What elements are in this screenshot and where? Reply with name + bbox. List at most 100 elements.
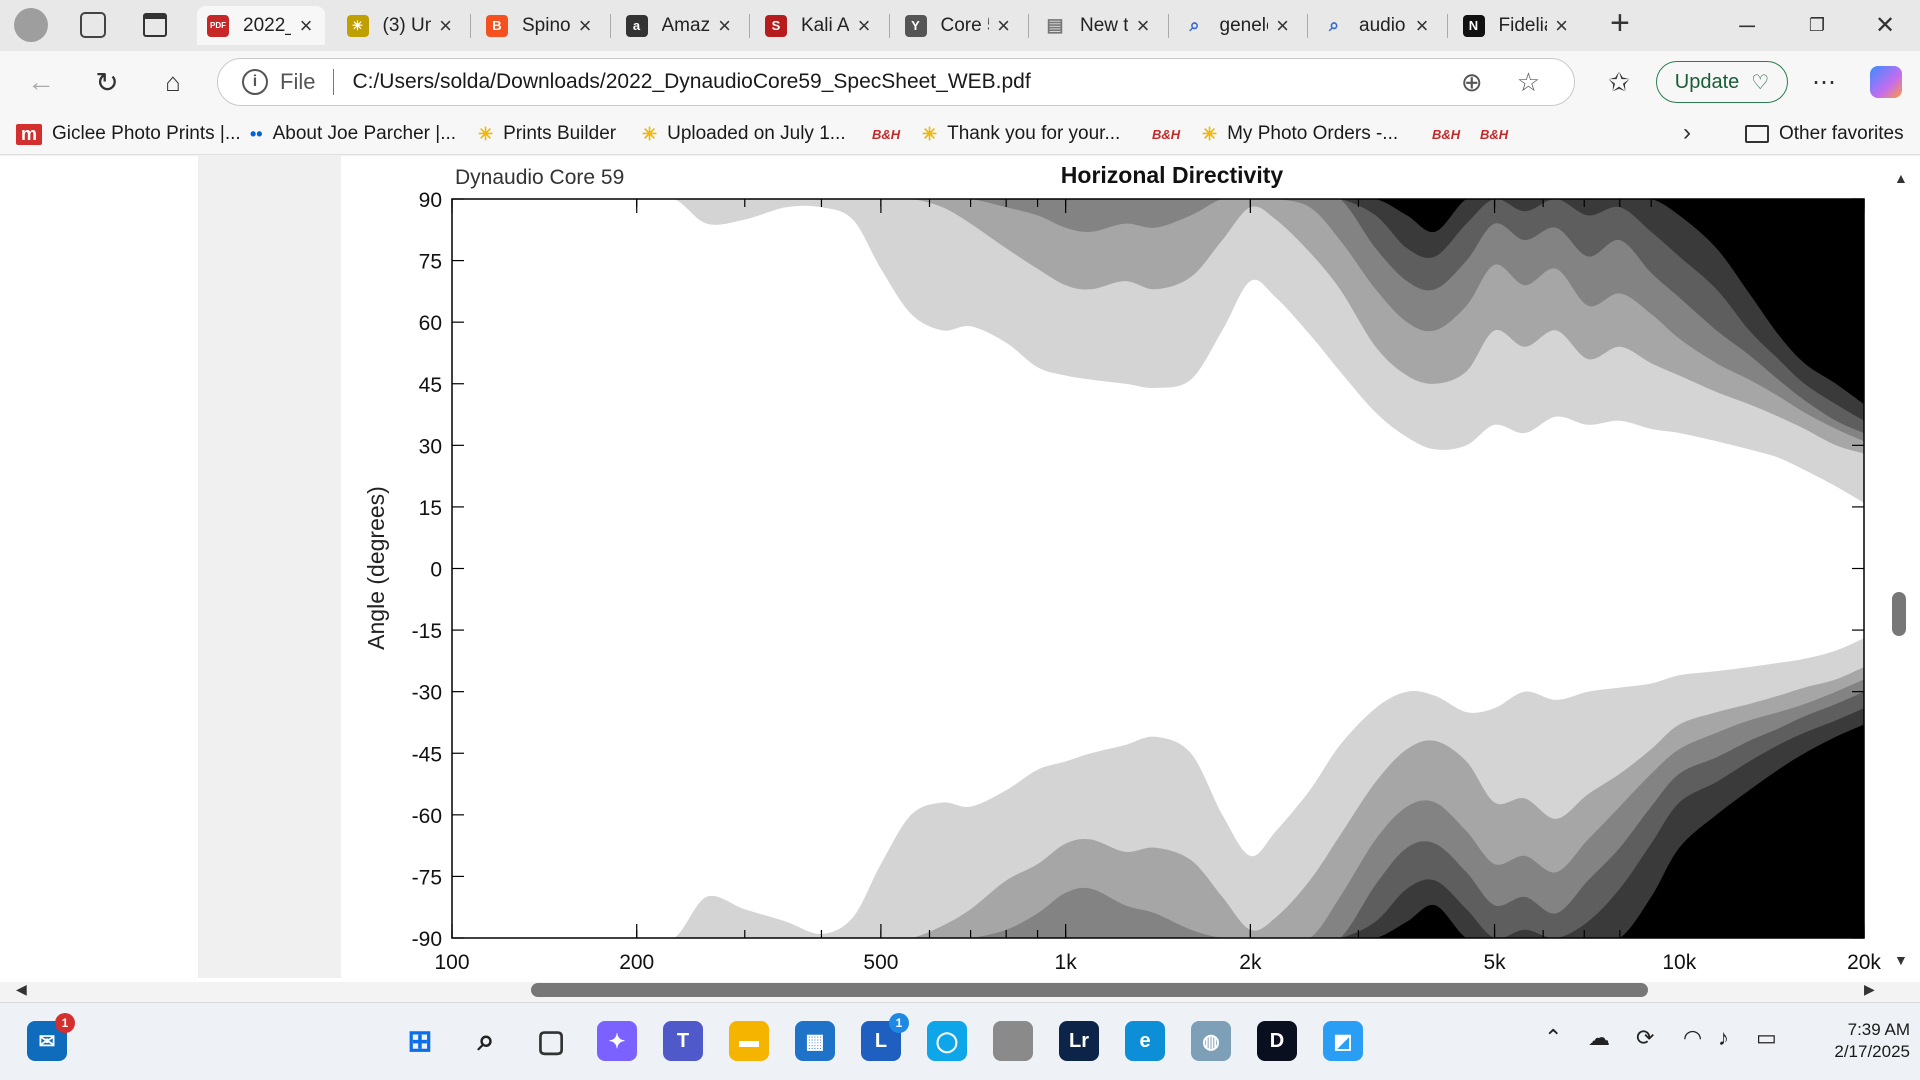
bookmark-7[interactable]: ✳ My Photo Orders -...: [1202, 119, 1398, 149]
refresh-button[interactable]: ↻: [86, 61, 128, 103]
tick-label: -60: [412, 805, 442, 828]
close-tab-icon[interactable]: ×: [716, 13, 734, 39]
url-text[interactable]: C:/Users/solda/Downloads/2022_DynaudioCo…: [352, 70, 1460, 94]
onedrive-icon[interactable]: ☁: [1588, 1025, 1610, 1051]
bookmark-6[interactable]: B&H: [1152, 119, 1190, 149]
search-icon: ⌕: [1189, 15, 1200, 35]
windows-start-icon[interactable]: ⊞: [400, 1021, 440, 1061]
photos-app-icon[interactable]: ◩: [1323, 1021, 1363, 1061]
tab-4[interactable]: S Kali Au ×: [755, 6, 883, 45]
volume-icon[interactable]: ♪: [1718, 1025, 1729, 1051]
tab-7[interactable]: ⌕ genele ×: [1174, 6, 1302, 45]
chevron-up-icon[interactable]: ⌃: [1544, 1025, 1562, 1051]
scroll-down-arrow[interactable]: ▼: [1894, 952, 1908, 968]
close-tab-icon[interactable]: ×: [576, 13, 594, 39]
sync-icon[interactable]: ⟳: [1636, 1025, 1654, 1051]
tab-strip: PDF 2022_I × ☀ (3) Un × B Spinor × a Amazo × S Kali A…: [0, 0, 1920, 51]
back-button[interactable]: ←: [20, 61, 62, 103]
clock-time: 7:39 AM: [1847, 1020, 1910, 1039]
bookmark-5[interactable]: ✳ Thank you for your...: [922, 119, 1120, 149]
restore-button[interactable]: ❐: [1787, 0, 1847, 51]
file-explorer-icon[interactable]: ▬: [729, 1021, 769, 1061]
bookmark-2[interactable]: ✳ Prints Builder: [478, 119, 616, 149]
tab-label: (3) Un: [382, 14, 431, 36]
tab-2[interactable]: B Spinor ×: [476, 6, 604, 45]
wifi-icon[interactable]: ◠: [1683, 1025, 1702, 1051]
workspaces-icon[interactable]: [80, 12, 106, 38]
profile-avatar-icon[interactable]: [14, 8, 48, 42]
close-tab-icon[interactable]: ×: [297, 13, 315, 39]
scroll-right-arrow[interactable]: ▶: [1864, 981, 1875, 998]
update-button[interactable]: Update ♡: [1656, 61, 1788, 103]
close-tab-icon[interactable]: ×: [437, 13, 455, 39]
new-tab-button[interactable]: +: [1610, 4, 1630, 43]
vertical-scrollbar-thumb[interactable]: [1892, 592, 1906, 636]
close-tab-icon[interactable]: ×: [1134, 13, 1152, 39]
tab-9[interactable]: N Fidelia ×: [1453, 6, 1581, 45]
close-tab-icon[interactable]: ×: [1413, 13, 1431, 39]
bookmark-4[interactable]: B&H: [872, 119, 910, 149]
globe-app-icon[interactable]: ◍: [1191, 1021, 1231, 1061]
favorite-star-icon[interactable]: ☆: [1517, 67, 1540, 98]
tab-5[interactable]: Y Core 5 ×: [895, 6, 1023, 45]
teams-icon[interactable]: T: [663, 1021, 703, 1061]
circle-app-icon[interactable]: ◯: [927, 1021, 967, 1061]
tab-8[interactable]: ⌕ audio ×: [1313, 6, 1441, 45]
bookmark-9[interactable]: B&H: [1480, 119, 1518, 149]
bookmark-8[interactable]: B&H: [1432, 119, 1470, 149]
bookmark-label: Giclee Photo Prints |...: [52, 123, 241, 144]
more-menu-icon[interactable]: ⋯: [1803, 61, 1845, 103]
l-app-icon[interactable]: L1: [861, 1013, 909, 1061]
scroll-up-arrow[interactable]: ▲: [1894, 170, 1908, 186]
clock[interactable]: 7:39 AM 2/17/2025: [1800, 1019, 1910, 1063]
scroll-left-arrow[interactable]: ◀: [16, 981, 27, 998]
info-icon[interactable]: i: [242, 69, 268, 95]
edge-icon[interactable]: e: [1125, 1021, 1165, 1061]
search-icon[interactable]: ⌕: [466, 1021, 506, 1061]
toolbar: ← ↻ ⌂ i File C:/Users/solda/Downloads/20…: [0, 51, 1920, 113]
address-bar[interactable]: i File C:/Users/solda/Downloads/2022_Dyn…: [217, 58, 1575, 106]
bookmark-1[interactable]: •• About Joe Parcher |...: [250, 119, 456, 149]
home-button[interactable]: ⌂: [152, 61, 194, 103]
tick-label: 1k: [1055, 951, 1078, 974]
tab-label: audio: [1359, 14, 1406, 36]
tab-3[interactable]: a Amazo ×: [616, 6, 744, 45]
tab-0[interactable]: PDF 2022_I ×: [197, 6, 325, 45]
tab-separator: [470, 14, 471, 38]
close-window-button[interactable]: ✕: [1855, 0, 1915, 51]
other-favorites[interactable]: Other favorites: [1745, 119, 1904, 149]
bh-icon: B&H: [872, 126, 901, 142]
tab-1[interactable]: ☀ (3) Un ×: [337, 6, 465, 45]
bh-icon: B&H: [1152, 126, 1181, 142]
favorites-icon[interactable]: ✩: [1598, 61, 1640, 103]
dark-app-icon[interactable]: D: [1257, 1021, 1297, 1061]
pdf-page-margin: [198, 156, 341, 978]
zoom-icon[interactable]: ⊕: [1461, 67, 1483, 98]
task-view-icon[interactable]: ▢: [531, 1021, 571, 1061]
close-tab-icon[interactable]: ×: [1274, 13, 1292, 39]
battery-icon[interactable]: ▭: [1756, 1025, 1777, 1051]
tab-label: Fidelia: [1498, 14, 1547, 36]
close-tab-icon[interactable]: ×: [995, 13, 1013, 39]
chevron-right-icon[interactable]: ›: [1683, 119, 1691, 147]
tab-label: Spinor: [522, 14, 570, 36]
outlook-icon[interactable]: ✉ 1: [27, 1013, 75, 1061]
gray-app-icon[interactable]: [993, 1021, 1033, 1061]
store-icon[interactable]: ▦: [795, 1021, 835, 1061]
close-tab-icon[interactable]: ×: [855, 13, 873, 39]
fidelia-icon: N: [1462, 14, 1485, 37]
horizontal-scrollbar-thumb[interactable]: [531, 983, 1648, 997]
notification-badge: 1: [55, 1013, 75, 1033]
copilot-icon[interactable]: ✦: [597, 1021, 637, 1061]
minimize-button[interactable]: ─: [1717, 0, 1777, 51]
vertical-tabs-icon[interactable]: [143, 13, 167, 37]
bookmark-label: My Photo Orders -...: [1227, 123, 1399, 144]
close-tab-icon[interactable]: ×: [1553, 13, 1571, 39]
tick-label: 15: [419, 497, 442, 520]
bh-icon: B&H: [1480, 126, 1509, 142]
copilot-icon[interactable]: [1870, 66, 1902, 98]
tab-6[interactable]: ▤ New t ×: [1034, 6, 1162, 45]
bookmark-3[interactable]: ✳ Uploaded on July 1...: [642, 119, 846, 149]
lightroom-icon[interactable]: Lr: [1059, 1021, 1099, 1061]
bookmark-0[interactable]: m Giclee Photo Prints |...: [16, 119, 241, 149]
